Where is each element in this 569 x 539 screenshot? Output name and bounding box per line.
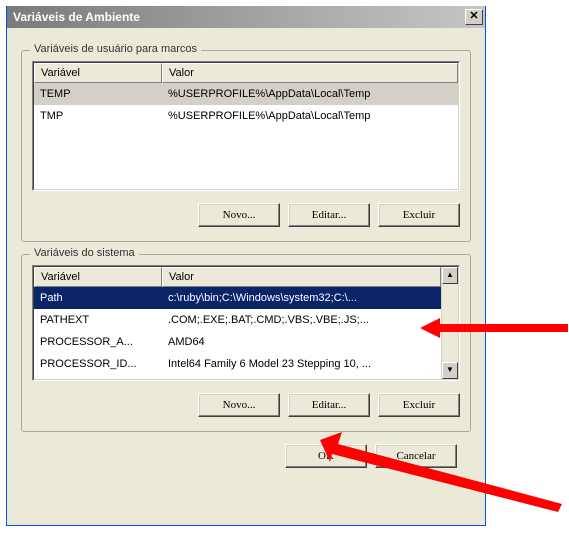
system-variables-group: Variáveis do sistema Variável Valor Path — [21, 254, 471, 432]
user-new-button[interactable]: Novo... — [198, 203, 280, 227]
table-row[interactable]: PATHEXT .COM;.EXE;.BAT;.CMD;.VBS;.VBE;.J… — [34, 309, 441, 331]
system-group-legend: Variáveis do sistema — [30, 247, 139, 259]
cell-variable: PROCESSOR_ID... — [34, 358, 162, 370]
cell-variable: Path — [34, 292, 162, 304]
table-row[interactable]: PROCESSOR_ID... Intel64 Family 6 Model 2… — [34, 353, 441, 375]
col-header-value[interactable]: Valor — [162, 63, 458, 83]
system-new-button[interactable]: Novo... — [198, 393, 280, 417]
table-row[interactable]: TEMP %USERPROFILE%\AppData\Local\Temp — [34, 83, 458, 105]
scroll-down-icon[interactable]: ▼ — [442, 362, 458, 379]
system-variables-list[interactable]: Variável Valor Path c:\ruby\bin;C:\Windo… — [32, 265, 460, 381]
user-buttons-row: Novo... Editar... Excluir — [32, 203, 460, 227]
user-group-legend: Variáveis de usuário para marcos — [30, 43, 201, 55]
col-header-variable[interactable]: Variável — [34, 267, 162, 287]
titlebar[interactable]: Variáveis de Ambiente ✕ — [7, 6, 485, 28]
table-row[interactable]: TMP %USERPROFILE%\AppData\Local\Temp — [34, 105, 458, 127]
system-delete-button[interactable]: Excluir — [378, 393, 460, 417]
user-list-rows: TEMP %USERPROFILE%\AppData\Local\Temp TM… — [34, 83, 458, 189]
cell-variable: PATHEXT — [34, 314, 162, 326]
environment-variables-dialog: Variáveis de Ambiente ✕ Variáveis de usu… — [6, 6, 486, 526]
cell-value: c:\ruby\bin;C:\Windows\system32;C:\... — [162, 292, 441, 304]
dialog-buttons-row: OK Cancelar — [21, 432, 471, 468]
ok-button[interactable]: OK — [285, 444, 367, 468]
cell-variable: TEMP — [34, 88, 162, 100]
scroll-track[interactable] — [442, 284, 458, 362]
scroll-up-icon[interactable]: ▲ — [442, 267, 458, 284]
cell-variable: PROCESSOR_A... — [34, 336, 162, 348]
cell-value: .COM;.EXE;.BAT;.CMD;.VBS;.VBE;.JS;... — [162, 314, 441, 326]
table-row[interactable]: Path c:\ruby\bin;C:\Windows\system32;C:\… — [34, 287, 441, 309]
system-buttons-row: Novo... Editar... Excluir — [32, 393, 460, 417]
col-header-variable[interactable]: Variável — [34, 63, 162, 83]
col-header-value[interactable]: Valor — [162, 267, 441, 287]
close-icon: ✕ — [469, 10, 478, 22]
user-edit-button[interactable]: Editar... — [288, 203, 370, 227]
user-list-header: Variável Valor — [34, 63, 458, 83]
cell-variable: TMP — [34, 110, 162, 122]
dialog-body: Variáveis de usuário para marcos Variáve… — [7, 28, 485, 478]
cell-value: %USERPROFILE%\AppData\Local\Temp — [162, 88, 458, 100]
system-scrollbar[interactable]: ▲ ▼ — [441, 267, 458, 379]
user-variables-list[interactable]: Variável Valor TEMP %USERPROFILE%\AppDat… — [32, 61, 460, 191]
close-button[interactable]: ✕ — [465, 9, 483, 25]
cell-value: Intel64 Family 6 Model 23 Stepping 10, .… — [162, 358, 441, 370]
system-list-rows: Path c:\ruby\bin;C:\Windows\system32;C:\… — [34, 287, 441, 379]
user-variables-group: Variáveis de usuário para marcos Variáve… — [21, 50, 471, 242]
system-list-header: Variável Valor — [34, 267, 441, 287]
cell-value: AMD64 — [162, 336, 441, 348]
user-delete-button[interactable]: Excluir — [378, 203, 460, 227]
table-row[interactable]: PROCESSOR_A... AMD64 — [34, 331, 441, 353]
cancel-button[interactable]: Cancelar — [375, 444, 457, 468]
system-edit-button[interactable]: Editar... — [288, 393, 370, 417]
titlebar-text: Variáveis de Ambiente — [13, 10, 465, 24]
cell-value: %USERPROFILE%\AppData\Local\Temp — [162, 110, 458, 122]
